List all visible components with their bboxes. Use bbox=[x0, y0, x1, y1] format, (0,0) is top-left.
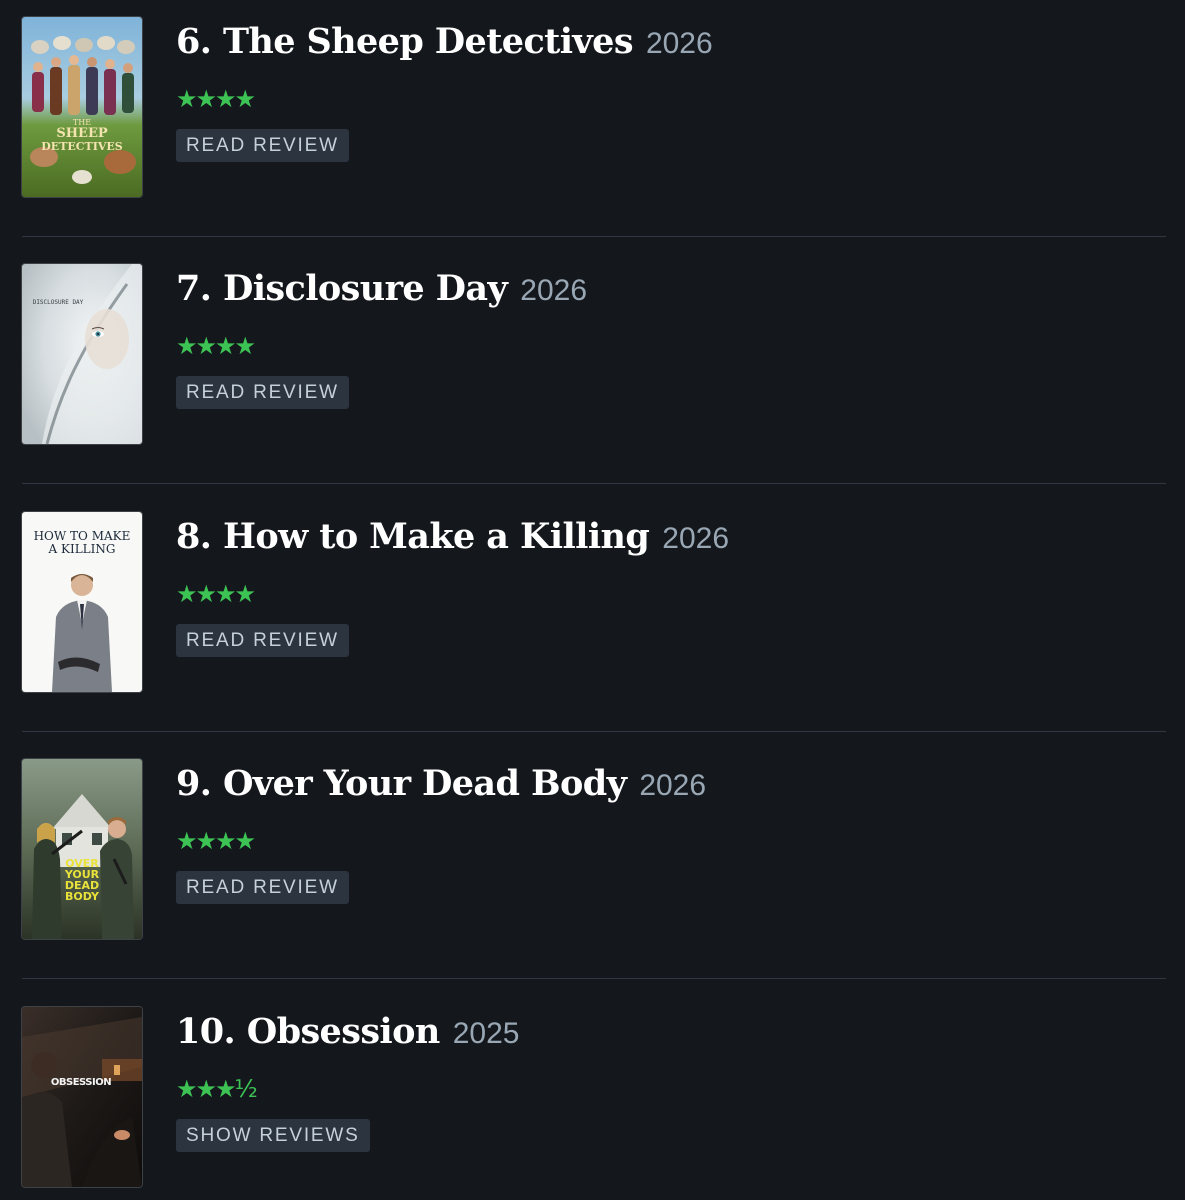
svg-text:HOW TO MAKE: HOW TO MAKE bbox=[34, 529, 131, 543]
title-line: 7. Disclosure Day 2026 bbox=[176, 264, 587, 314]
divider bbox=[22, 731, 1166, 732]
film-title-link[interactable]: 8. How to Make a Killing bbox=[176, 512, 650, 562]
film-title: How to Make a Killing bbox=[222, 516, 650, 557]
star-rating: ★★★★ bbox=[176, 580, 256, 608]
divider bbox=[22, 978, 1166, 979]
film-title: The Sheep Detectives bbox=[222, 21, 634, 62]
film-title-link[interactable]: 6. The Sheep Detectives bbox=[176, 17, 634, 67]
film-entry: HOW TO MAKE A KILLING 8. How to Make a K… bbox=[22, 512, 1166, 692]
title-line: 6. The Sheep Detectives 2026 bbox=[176, 17, 713, 67]
poster-how-to-make-a-killing[interactable]: HOW TO MAKE A KILLING bbox=[22, 512, 142, 692]
svg-text:DETECTIVES: DETECTIVES bbox=[41, 140, 122, 153]
film-entry: THE SHEEP DETECTIVES 6. The Sheep Detect… bbox=[22, 17, 1166, 197]
film-year[interactable]: 2026 bbox=[639, 761, 706, 811]
svg-text:SHEEP: SHEEP bbox=[56, 126, 107, 141]
poster-obsession[interactable]: OBSESSION bbox=[22, 1007, 142, 1187]
film-entry: DISCLOSURE DAY 7. Disclosure Day 2026 ★★… bbox=[22, 264, 1166, 444]
film-year[interactable]: 2026 bbox=[520, 266, 587, 316]
read-review-button[interactable]: READ REVIEW bbox=[176, 376, 349, 409]
film-title-link[interactable]: 9. Over Your Dead Body bbox=[176, 759, 627, 809]
svg-text:DISCLOSURE DAY: DISCLOSURE DAY bbox=[33, 299, 84, 306]
film-title-link[interactable]: 10. Obsession bbox=[176, 1007, 440, 1057]
star-rating: ★★★★ bbox=[176, 85, 256, 113]
divider bbox=[22, 236, 1166, 237]
divider bbox=[22, 483, 1166, 484]
svg-text:BODY: BODY bbox=[65, 890, 100, 903]
star-rating: ★★★★ bbox=[176, 332, 256, 360]
film-title: Over Your Dead Body bbox=[222, 763, 627, 804]
poster-sheep-detectives[interactable]: THE SHEEP DETECTIVES bbox=[22, 17, 142, 197]
film-year[interactable]: 2025 bbox=[453, 1009, 520, 1059]
read-review-button[interactable]: READ REVIEW bbox=[176, 129, 349, 162]
svg-text:A KILLING: A KILLING bbox=[48, 542, 116, 556]
film-entry: OBSESSION 10. Obsession 2025 ★★★½ SHOW R… bbox=[22, 1007, 1166, 1187]
poster-image: THE SHEEP DETECTIVES bbox=[22, 17, 142, 197]
poster-image: HOW TO MAKE A KILLING bbox=[22, 512, 142, 692]
film-rank: 7. bbox=[176, 268, 212, 309]
poster-image: OVER YOUR DEAD BODY bbox=[22, 759, 142, 939]
poster-image: DISCLOSURE DAY bbox=[22, 264, 142, 444]
title-line: 8. How to Make a Killing 2026 bbox=[176, 512, 729, 562]
film-title: Disclosure Day bbox=[222, 268, 508, 309]
read-review-button[interactable]: READ REVIEW bbox=[176, 624, 349, 657]
film-title-link[interactable]: 7. Disclosure Day bbox=[176, 264, 508, 314]
film-year[interactable]: 2026 bbox=[646, 19, 713, 69]
star-rating: ★★★★ bbox=[176, 827, 256, 855]
film-rank: 9. bbox=[176, 763, 212, 804]
title-line: 10. Obsession 2025 bbox=[176, 1007, 519, 1057]
film-rank: 10. bbox=[176, 1011, 236, 1052]
film-entry: OVER YOUR DEAD BODY 9. Over Your Dead Bo… bbox=[22, 759, 1166, 939]
read-review-button[interactable]: READ REVIEW bbox=[176, 871, 349, 904]
poster-over-your-dead-body[interactable]: OVER YOUR DEAD BODY bbox=[22, 759, 142, 939]
svg-text:OBSESSION: OBSESSION bbox=[51, 1077, 111, 1088]
show-reviews-button[interactable]: SHOW REVIEWS bbox=[176, 1119, 370, 1152]
film-title: Obsession bbox=[246, 1011, 441, 1052]
poster-disclosure-day[interactable]: DISCLOSURE DAY bbox=[22, 264, 142, 444]
film-rank: 6. bbox=[176, 21, 212, 62]
star-rating: ★★★½ bbox=[176, 1075, 258, 1103]
film-rank: 8. bbox=[176, 516, 212, 557]
title-line: 9. Over Your Dead Body 2026 bbox=[176, 759, 706, 809]
film-year[interactable]: 2026 bbox=[662, 514, 729, 564]
poster-image: OBSESSION bbox=[22, 1007, 142, 1187]
